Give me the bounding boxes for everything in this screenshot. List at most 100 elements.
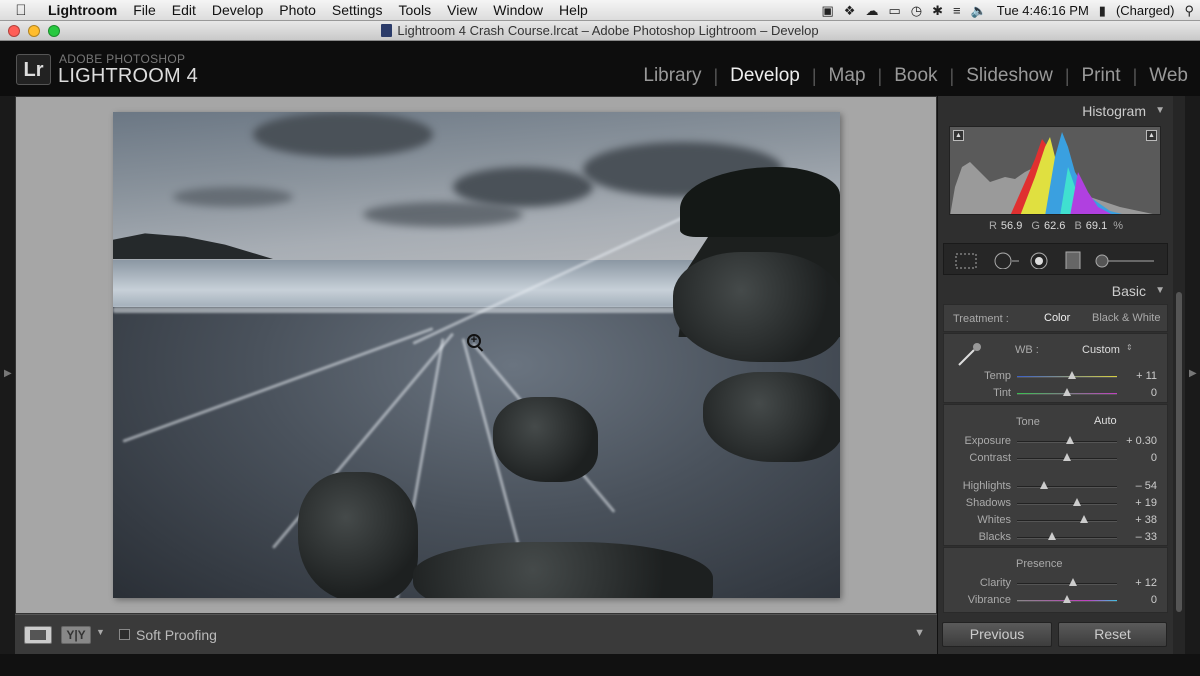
soft-proofing-checkbox[interactable] [119,629,130,640]
treatment-bw-button[interactable]: Black & White [1092,312,1160,324]
before-after-dropdown-icon[interactable]: ▼ [96,627,105,637]
slider-highlights[interactable]: Highlights – 54 [944,478,1169,495]
slider-value[interactable]: + 19 [1135,497,1157,509]
menu-edit[interactable]: Edit [164,2,204,18]
slider-value[interactable]: + 38 [1135,514,1157,526]
time-machine-icon[interactable]: ◷ [911,3,922,19]
dropbox-icon[interactable]: ❖ [844,3,856,19]
wb-preset-select[interactable]: Custom [1082,344,1120,356]
left-panel-toggle-icon[interactable]: ▶ [4,368,12,379]
slider-thumb[interactable] [1068,371,1076,379]
slider-thumb[interactable] [1040,481,1048,489]
menu-help[interactable]: Help [551,2,596,18]
slider-value[interactable]: 0 [1151,387,1157,399]
module-print[interactable]: Print [1082,65,1121,87]
menu-view[interactable]: View [439,2,485,18]
slider-blacks[interactable]: Blacks – 33 [944,529,1169,546]
previous-button[interactable]: Previous [942,622,1052,647]
auto-tone-button[interactable]: Auto [1094,415,1117,427]
scrollbar-thumb[interactable] [1176,292,1182,612]
slider-thumb[interactable] [1069,578,1077,586]
slider-value[interactable]: + 0.30 [1126,435,1157,447]
menu-settings[interactable]: Settings [324,2,391,18]
presence-label: Presence [1016,558,1063,570]
histogram-graph[interactable]: ▲ ▲ [949,126,1161,215]
apple-icon[interactable]:  [0,2,42,19]
slider-clarity[interactable]: Clarity + 12 [944,575,1167,592]
slider-value[interactable]: + 11 [1136,370,1157,382]
battery-status[interactable]: (Charged) [1116,3,1175,18]
slider-thumb[interactable] [1073,498,1081,506]
collapse-triangle-icon[interactable]: ▼ [1155,285,1165,296]
slider-thumb[interactable] [1066,436,1074,444]
window-title-bar: Lightroom 4 Crash Course.lrcat – Adobe P… [0,21,1200,41]
graduated-filter-icon[interactable] [1064,251,1082,269]
basic-panel-header[interactable]: Basic ▼ [938,278,1174,304]
module-map[interactable]: Map [829,65,866,87]
slider-value[interactable]: 0 [1151,452,1157,464]
module-slideshow[interactable]: Slideshow [966,65,1053,87]
wb-dropdown-icon[interactable]: ⇕ [1126,343,1133,352]
slider-thumb[interactable] [1080,515,1088,523]
right-panel-toggle-icon[interactable]: ▶ [1189,368,1197,379]
spotlight-search-icon[interactable]: ⚲ [1184,3,1194,19]
crop-overlay-icon[interactable] [954,251,980,269]
loupe-view-button[interactable] [24,626,52,644]
bluetooth-icon[interactable]: ✱ [932,3,943,19]
module-web[interactable]: Web [1149,65,1188,87]
slider-thumb[interactable] [1063,595,1071,603]
menu-window[interactable]: Window [485,2,551,18]
slider-thumb[interactable] [1048,532,1056,540]
menu-tools[interactable]: Tools [390,2,439,18]
eyedropper-icon[interactable] [954,339,984,369]
display-icon[interactable]: ▭ [888,3,900,19]
slider-track[interactable] [1017,537,1117,539]
slider-exposure[interactable]: Exposure + 0.30 [944,433,1169,450]
menu-develop[interactable]: Develop [204,2,271,18]
screen-record-icon[interactable]: ▣ [821,3,833,19]
slider-thumb[interactable] [1063,453,1071,461]
battery-icon[interactable]: ▮ [1099,3,1106,19]
slider-value[interactable]: – 54 [1136,480,1157,492]
slider-value[interactable]: 0 [1151,594,1157,606]
slider-track[interactable] [1017,503,1117,505]
spot-removal-icon[interactable] [992,251,1022,269]
clock[interactable]: Tue 4:46:16 PM [997,3,1089,18]
slider-track[interactable] [1017,520,1117,522]
red-eye-icon[interactable] [1028,251,1050,269]
slider-track[interactable] [1017,486,1117,488]
module-develop[interactable]: Develop [730,65,800,87]
histogram-panel-header[interactable]: Histogram ▼ [938,98,1174,124]
menu-file[interactable]: File [125,2,164,18]
slider-track[interactable] [1017,376,1117,378]
volume-icon[interactable]: 🔈 [971,3,987,19]
slider-temp[interactable]: Temp + 11 [944,368,1169,385]
slider-shadows[interactable]: Shadows + 19 [944,495,1169,512]
reset-button[interactable]: Reset [1058,622,1167,647]
module-book[interactable]: Book [894,65,937,87]
highlight-clipping-button[interactable]: ▲ [1146,130,1157,141]
treatment-color-button[interactable]: Color [1044,312,1070,324]
slider-contrast[interactable]: Contrast 0 [944,450,1169,467]
adjustment-brush-icon[interactable] [1094,251,1156,269]
slider-tint[interactable]: Tint 0 [944,385,1169,402]
shadow-clipping-button[interactable]: ▲ [953,130,964,141]
slider-thumb[interactable] [1063,388,1071,396]
right-panel-scrollbar[interactable] [1173,96,1185,654]
slider-value[interactable]: + 12 [1135,577,1157,589]
soft-proofing-label[interactable]: Soft Proofing [136,627,217,643]
module-library[interactable]: Library [643,65,701,87]
cloud-sync-icon[interactable]: ☁ [865,3,878,19]
menu-photo[interactable]: Photo [271,2,324,18]
right-panel: Histogram ▼ ▲ ▲ R 56.9 G 62.6 B 69.1 % Basi… [937,96,1173,654]
before-after-button[interactable]: Y|Y [61,626,91,644]
photo-preview[interactable]: + [113,112,840,598]
slider-whites[interactable]: Whites + 38 [944,512,1169,529]
slider-value[interactable]: – 33 [1136,531,1157,543]
wifi-icon[interactable]: ≡ [953,3,961,18]
toolbar-content-dropdown-icon[interactable]: ▼ [914,627,925,639]
collapse-triangle-icon[interactable]: ▼ [1155,105,1165,116]
menu-app-name[interactable]: Lightroom [42,2,125,18]
slider-track[interactable] [1017,583,1117,585]
slider-vibrance[interactable]: Vibrance 0 [944,592,1167,609]
